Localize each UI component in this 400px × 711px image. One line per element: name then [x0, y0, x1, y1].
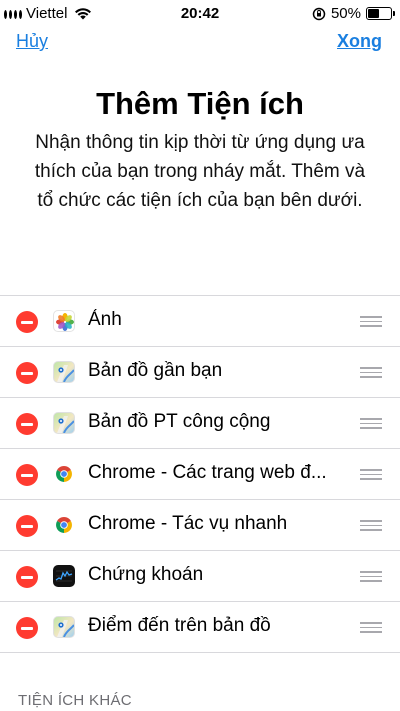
- widget-label: Điểm đến trên bản đồ: [88, 615, 271, 636]
- reorder-handle-icon[interactable]: [360, 571, 382, 583]
- reorder-handle-icon[interactable]: [360, 316, 382, 328]
- remove-button[interactable]: [16, 413, 38, 435]
- remove-button[interactable]: [16, 617, 38, 639]
- reorder-handle-icon[interactable]: [360, 622, 382, 634]
- photos-icon: [53, 310, 75, 332]
- status-bar: Viettel 20:42 50%: [0, 0, 400, 28]
- section-header-more-widgets: TIỆN ÍCH KHÁC: [18, 692, 132, 709]
- chrome-icon: [53, 463, 75, 485]
- battery-icon: [366, 7, 395, 20]
- list-item: Chứng khoán: [0, 551, 400, 602]
- remove-button[interactable]: [16, 515, 38, 537]
- rotation-lock-icon: [312, 7, 326, 20]
- list-item: Bản đồ gần bạn: [0, 347, 400, 398]
- widget-label: Bản đồ gần bạn: [88, 360, 223, 381]
- list-item: Chrome - Các trang web đ...: [0, 449, 400, 500]
- widget-list: Ảnh Bản đồ gần bạn Bản đồ PT công cộng C…: [0, 295, 400, 653]
- chrome-icon: [53, 514, 75, 536]
- widget-label: Chrome - Các trang web đ...: [88, 462, 327, 483]
- remove-button[interactable]: [16, 566, 38, 588]
- status-right: 50%: [312, 5, 395, 22]
- remove-button[interactable]: [16, 311, 38, 333]
- page-description: Nhận thông tin kịp thời từ ứng dụng ưa t…: [34, 132, 366, 211]
- maps-icon: [53, 361, 75, 383]
- cancel-button[interactable]: Hủy: [16, 31, 48, 52]
- reorder-handle-icon[interactable]: [360, 469, 382, 481]
- page-title: Thêm Tiện ích: [96, 86, 304, 121]
- remove-button[interactable]: [16, 464, 38, 486]
- widget-label: Bản đồ PT công cộng: [88, 411, 271, 432]
- remove-button[interactable]: [16, 362, 38, 384]
- widget-label: Ảnh: [88, 309, 122, 330]
- list-item: Ảnh: [0, 296, 400, 347]
- reorder-handle-icon[interactable]: [360, 520, 382, 532]
- maps-icon: [53, 412, 75, 434]
- list-item: Điểm đến trên bản đồ: [0, 602, 400, 653]
- reorder-handle-icon[interactable]: [360, 418, 382, 430]
- done-button[interactable]: Xong: [337, 31, 382, 52]
- list-item: Chrome - Tác vụ nhanh: [0, 500, 400, 551]
- stocks-icon: [53, 565, 75, 587]
- list-item: Bản đồ PT công cộng: [0, 398, 400, 449]
- widget-label: Chứng khoán: [88, 564, 204, 585]
- battery-percent: 50%: [330, 5, 361, 22]
- reorder-handle-icon[interactable]: [360, 367, 382, 379]
- maps-icon: [53, 616, 75, 638]
- widget-label: Chrome - Tác vụ nhanh: [88, 513, 288, 534]
